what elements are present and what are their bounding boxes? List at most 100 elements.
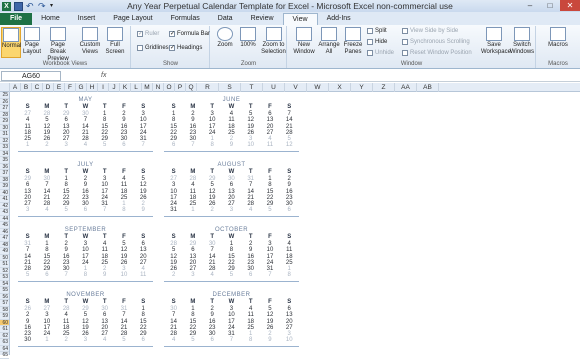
column-header[interactable]: W — [307, 83, 329, 92]
column-header[interactable]: K — [120, 83, 131, 92]
day-cell[interactable]: 7 — [95, 207, 114, 213]
column-header[interactable]: S — [219, 83, 241, 92]
unhide-button[interactable]: Unhide — [367, 50, 394, 56]
save-icon[interactable] — [14, 1, 23, 11]
day-cell[interactable]: 5 — [18, 272, 37, 278]
customize-qat-icon[interactable]: ▾ — [50, 2, 59, 11]
day-cell[interactable]: 6 — [280, 207, 299, 213]
formula-bar-checkbox[interactable]: ✓ Formula Bar — [169, 31, 210, 37]
day-cell[interactable]: 4 — [37, 207, 56, 213]
day-cell[interactable]: 31 — [164, 207, 183, 213]
day-cell[interactable]: 2 — [203, 207, 222, 213]
column-header[interactable]: E — [54, 83, 65, 92]
column-header[interactable]: T — [241, 83, 263, 92]
full-screen-button[interactable]: Full Screen — [104, 27, 126, 56]
day-cell[interactable]: 1 — [18, 142, 37, 148]
day-cell[interactable]: 3 — [183, 272, 202, 278]
hide-button[interactable]: Hide — [367, 39, 387, 45]
fx-icon[interactable]: fx — [101, 72, 106, 79]
day-cell[interactable]: 1 — [37, 337, 56, 343]
column-header[interactable]: V — [285, 83, 307, 92]
day-cell[interactable]: 4 — [203, 272, 222, 278]
headings-checkbox[interactable]: ✓ Headings — [169, 45, 202, 51]
day-cell[interactable]: 10 — [280, 337, 299, 343]
day-cell[interactable]: 6 — [134, 337, 153, 343]
day-cell[interactable]: 7 — [260, 272, 279, 278]
day-cell[interactable]: 10 — [114, 272, 133, 278]
day-cell[interactable]: 9 — [95, 272, 114, 278]
day-cell[interactable]: 2 — [37, 142, 56, 148]
column-header[interactable]: Q — [186, 83, 197, 92]
day-cell[interactable]: 1 — [183, 207, 202, 213]
day-cell[interactable]: 4 — [164, 337, 183, 343]
minimize-button[interactable]: – — [520, 0, 540, 11]
page-layout-button[interactable]: Page Layout — [22, 27, 42, 56]
close-button[interactable]: ✕ — [560, 0, 580, 11]
column-header[interactable]: J — [109, 83, 120, 92]
tab-file[interactable]: File — [0, 13, 33, 25]
day-cell[interactable]: 8 — [114, 207, 133, 213]
day-cell[interactable]: 10 — [241, 142, 260, 148]
day-cell[interactable]: 4 — [95, 337, 114, 343]
switch-windows-button[interactable]: Switch Windows — [509, 27, 535, 56]
macros-button[interactable]: Macros — [545, 27, 571, 49]
ruler-checkbox[interactable]: ✓ Ruler — [137, 31, 159, 37]
column-header[interactable]: X — [329, 83, 351, 92]
column-header[interactable]: B — [21, 83, 32, 92]
column-header[interactable]: R — [197, 83, 219, 92]
day-cell[interactable]: 5 — [183, 337, 202, 343]
tab-home[interactable]: Home — [32, 13, 69, 25]
day-cell[interactable]: 4 — [241, 207, 260, 213]
day-cell[interactable]: 5 — [222, 272, 241, 278]
column-header[interactable]: C — [32, 83, 43, 92]
column-header[interactable]: U — [263, 83, 285, 92]
column-header[interactable]: D — [43, 83, 54, 92]
tab-add-ins[interactable]: Add-Ins — [318, 13, 360, 25]
normal-view-button[interactable]: Normal — [1, 27, 21, 58]
day-cell[interactable]: 3 — [222, 207, 241, 213]
day-cell[interactable]: 8 — [203, 142, 222, 148]
select-all-corner[interactable] — [0, 83, 10, 92]
column-header[interactable]: N — [153, 83, 164, 92]
custom-views-button[interactable]: Custom Views — [78, 27, 102, 56]
day-cell[interactable]: 7 — [222, 337, 241, 343]
day-cell[interactable]: 7 — [134, 142, 153, 148]
day-cell[interactable]: 6 — [241, 272, 260, 278]
worksheet[interactable]: MAY S M T W T F S 27 28 29 30 1 2 3 4 5 6 7 8 9 10 11 12 13 14 15 1… — [10, 92, 580, 355]
day-cell[interactable]: 6 — [37, 272, 56, 278]
gridlines-checkbox[interactable]: Gridlines — [137, 45, 169, 51]
day-cell[interactable]: 4 — [76, 142, 95, 148]
day-cell[interactable]: 8 — [280, 272, 299, 278]
view-side-by-side-button[interactable]: View Side by Side — [402, 28, 458, 34]
split-button[interactable]: Split — [367, 28, 387, 34]
day-cell[interactable]: 6 — [114, 142, 133, 148]
tab-review[interactable]: Review — [242, 13, 283, 25]
day-cell[interactable]: 3 — [57, 142, 76, 148]
new-window-button[interactable]: New Window — [292, 27, 316, 56]
row-header[interactable]: 65 — [0, 352, 9, 359]
column-header[interactable]: M — [142, 83, 153, 92]
day-cell[interactable]: 5 — [114, 337, 133, 343]
day-cell[interactable]: 7 — [183, 142, 202, 148]
day-cell[interactable]: 9 — [134, 207, 153, 213]
day-cell[interactable]: 7 — [57, 272, 76, 278]
column-header[interactable]: P — [175, 83, 186, 92]
column-header[interactable]: F — [65, 83, 76, 92]
save-workspace-button[interactable]: Save Workspace — [481, 27, 511, 56]
tab-view[interactable]: View — [282, 13, 318, 25]
column-header[interactable]: O — [164, 83, 175, 92]
day-cell[interactable]: 5 — [260, 207, 279, 213]
undo-icon[interactable]: ↶ — [26, 1, 35, 11]
redo-icon[interactable]: ↷ — [38, 1, 47, 11]
synchronous-scrolling-button[interactable]: Synchronous Scrolling — [402, 39, 470, 45]
day-cell[interactable]: 30 — [18, 337, 37, 343]
column-header[interactable]: Z — [373, 83, 395, 92]
column-header[interactable]: G — [76, 83, 87, 92]
column-header[interactable]: L — [131, 83, 142, 92]
day-cell[interactable]: 2 — [164, 272, 183, 278]
reset-window-position-button[interactable]: Reset Window Position — [402, 50, 472, 56]
day-cell[interactable]: 3 — [76, 337, 95, 343]
column-header[interactable]: AB — [417, 83, 439, 92]
arrange-all-button[interactable]: Arrange All — [318, 27, 340, 56]
day-cell[interactable]: 9 — [222, 142, 241, 148]
